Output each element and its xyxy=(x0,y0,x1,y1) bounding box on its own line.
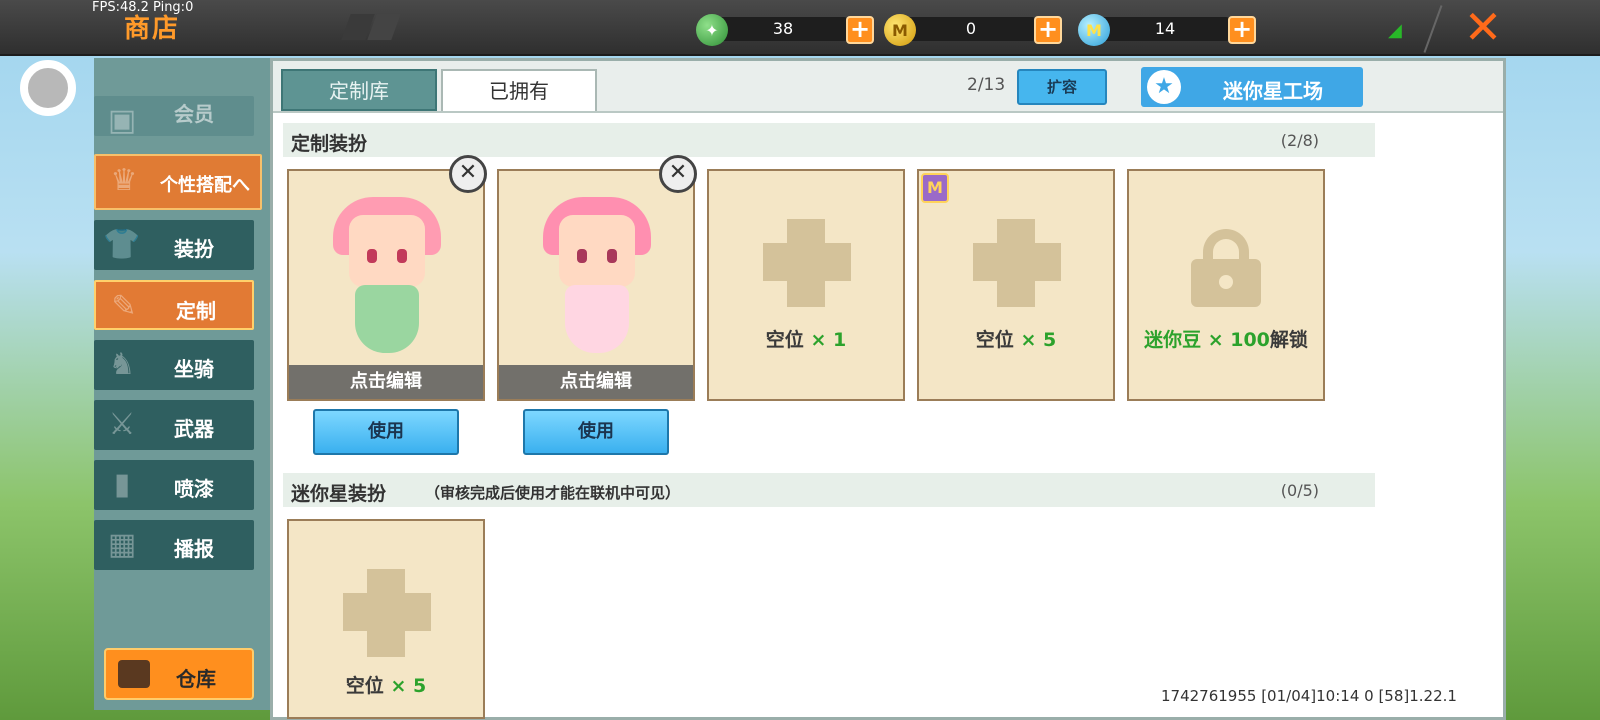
close-button[interactable]: ✕ xyxy=(1460,4,1506,50)
lock-icon xyxy=(1191,229,1261,307)
section-title: 定制装扮 xyxy=(291,133,368,155)
edit-label[interactable]: 点击编辑 xyxy=(289,365,483,399)
gift-box-icon: ▦ xyxy=(107,527,137,562)
version-info: 1742761955 [01/04]10:14 0 [58]1.22.1 xyxy=(1161,687,1457,705)
section-header-mini: 迷你星装扮 （审核完成后使用才能在联机中可见） (0/5) xyxy=(283,473,1375,507)
empty-slot-card[interactable]: M 空位 × 5 xyxy=(917,169,1115,401)
character-preview xyxy=(315,177,459,367)
blue-star-coin-icon: M xyxy=(1078,14,1110,46)
capacity-count: 2/13 xyxy=(967,75,1006,95)
gun-icon: ⚔ xyxy=(108,407,136,442)
sidebar-item-membership[interactable]: ▣ 会员 xyxy=(94,96,254,138)
outfit-card[interactable]: 点击编辑 xyxy=(497,169,695,401)
currency-gem: 38 ✦ + xyxy=(696,14,876,46)
sidebar-item-weapon[interactable]: ⚔ 武器 xyxy=(94,400,254,450)
use-button[interactable]: 使用 xyxy=(523,409,669,455)
delete-outfit-button[interactable]: ✕ xyxy=(449,155,487,193)
section-count: (0/5) xyxy=(1280,481,1319,500)
gold-coin-icon: M xyxy=(884,14,916,46)
locked-slot-card[interactable]: 迷你豆 × 100解锁 xyxy=(1127,169,1325,401)
section-title: 迷你星装扮 xyxy=(291,483,387,505)
green-gem-icon: ✦ xyxy=(696,14,728,46)
mini-badge-icon: M xyxy=(921,173,949,203)
floating-circle-button[interactable] xyxy=(20,60,76,116)
expand-button[interactable]: 扩容 xyxy=(1017,69,1107,105)
edit-label[interactable]: 点击编辑 xyxy=(499,365,693,399)
trophy-icon: ♛ xyxy=(110,163,138,198)
sidebar-item-mount[interactable]: ♞ 坐骑 xyxy=(94,340,254,390)
spray-can-icon: ▮ xyxy=(113,467,131,502)
tab-owned[interactable]: 已拥有 xyxy=(441,69,597,111)
tab-custom-library[interactable]: 定制库 xyxy=(281,69,437,111)
main-panel: 定制库 已拥有 2/13 扩容 ★ 迷你星工场 定制装扮 (2/8) 点击编辑 … xyxy=(270,58,1506,720)
divider xyxy=(1423,5,1443,53)
gem-count: 38 xyxy=(772,19,794,38)
add-coin-button[interactable]: + xyxy=(1034,16,1062,44)
star-coin-count: 14 xyxy=(1154,19,1176,38)
section-header-custom: 定制装扮 (2/8) xyxy=(283,123,1375,157)
shirt-icon: 👕 xyxy=(103,227,141,262)
top-bar: FPS:48.2 Ping:0 商店 38 ✦ + 0 M + 14 M + ◢… xyxy=(0,0,1600,56)
currency-coin: 0 M + xyxy=(884,14,1064,46)
section-count: (2/8) xyxy=(1280,131,1319,150)
sidebar-item-broadcast[interactable]: ▦ 播报 xyxy=(94,520,254,570)
coin-count: 0 xyxy=(965,19,977,38)
currency-star-coin: 14 M + xyxy=(1078,14,1258,46)
sidebar-item-custom[interactable]: ✎ 定制 xyxy=(94,280,254,330)
membership-icon: ▣ xyxy=(107,103,137,138)
sidebar: ▣ 会员 ♛ 个性搭配へ 👕 装扮 ✎ 定制 ♞ 坐骑 ⚔ 武器 ▮ 喷漆 ▦ … xyxy=(94,58,270,710)
empty-slot-card[interactable]: 空位 × 1 xyxy=(707,169,905,401)
add-gem-button[interactable]: + xyxy=(846,16,874,44)
mount-icon: ♞ xyxy=(108,347,136,382)
chest-icon xyxy=(118,660,150,688)
pencil-icon: ✎ xyxy=(111,289,137,324)
warehouse-button[interactable]: 仓库 xyxy=(104,648,254,700)
outfit-card[interactable]: 点击编辑 xyxy=(287,169,485,401)
sidebar-item-personal-style[interactable]: ♛ 个性搭配へ xyxy=(94,154,262,210)
add-star-coin-button[interactable]: + xyxy=(1228,16,1256,44)
wifi-signal-icon: ◢ xyxy=(1388,20,1402,41)
mini-factory-button[interactable]: ★ 迷你星工场 xyxy=(1141,67,1363,107)
page-title: 商店 xyxy=(124,14,181,44)
use-button[interactable]: 使用 xyxy=(313,409,459,455)
section-note: （审核完成后使用才能在联机中可见） xyxy=(425,484,681,502)
character-preview xyxy=(525,177,669,367)
empty-slot-card[interactable]: 空位 × 5 xyxy=(287,519,485,719)
sidebar-item-spray[interactable]: ▮ 喷漆 xyxy=(94,460,254,510)
sidebar-item-outfit[interactable]: 👕 装扮 xyxy=(94,220,254,270)
star-icon: ★ xyxy=(1147,70,1181,104)
delete-outfit-button[interactable]: ✕ xyxy=(659,155,697,193)
tab-bar: 定制库 已拥有 2/13 扩容 ★ 迷你星工场 xyxy=(273,61,1503,113)
